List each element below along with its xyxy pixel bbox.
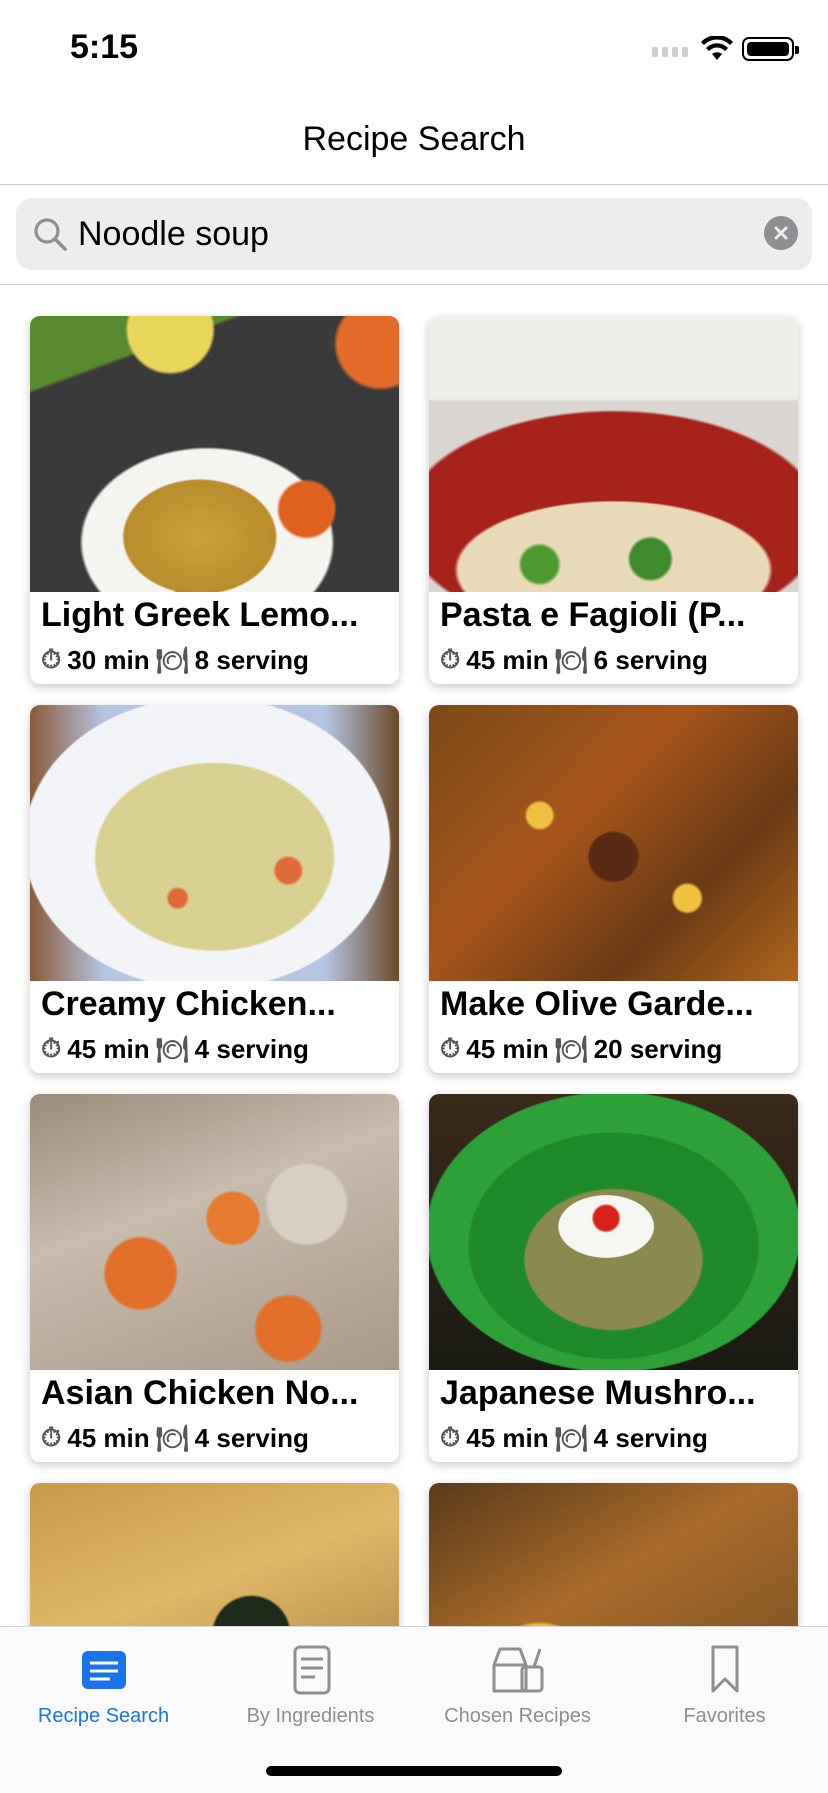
search-icon xyxy=(34,218,67,251)
recipe-servings: 4 serving xyxy=(194,1033,309,1064)
page-title: Recipe Search xyxy=(302,120,526,158)
recipe-servings: 6 serving xyxy=(593,644,708,675)
tab-recipe-search[interactable]: Recipe Search xyxy=(0,1641,207,1728)
status-bar: 5:15 xyxy=(0,0,828,96)
recipe-servings: 20 serving xyxy=(593,1033,723,1064)
recipe-meta: ⏱ 45 min 🍽 20 serving xyxy=(440,1033,722,1065)
recipe-search-icon xyxy=(81,1651,126,1689)
recipe-image xyxy=(30,705,399,981)
plate-icon: 🍽 xyxy=(554,1033,588,1064)
clear-search-button[interactable] xyxy=(764,216,798,250)
recipe-time: 45 min xyxy=(67,1033,150,1064)
timer-icon: ⏱ xyxy=(41,1033,62,1063)
plate-icon: 🍽 xyxy=(155,644,189,675)
search-divider xyxy=(0,284,828,285)
plate-icon: 🍽 xyxy=(155,1422,189,1453)
timer-icon: ⏱ xyxy=(440,1033,461,1063)
recipe-image xyxy=(429,705,798,981)
search-bar[interactable] xyxy=(16,198,812,270)
tab-chosen-recipes[interactable]: Chosen Recipes xyxy=(414,1641,621,1728)
recipe-title: Pasta e Fagioli (P... xyxy=(440,596,746,634)
plate-icon: 🍽 xyxy=(554,644,588,675)
recipe-card[interactable]: Creamy Chicken... ⏱ 45 min 🍽 4 serving xyxy=(30,705,399,1073)
recipe-title: Japanese Mushro... xyxy=(440,1374,756,1412)
tab-label: Recipe Search xyxy=(37,1705,170,1727)
recipe-card[interactable]: Japanese Mushro... ⏱ 45 min 🍽 4 serving xyxy=(429,1094,798,1462)
tab-by-ingredients[interactable]: By Ingredients xyxy=(207,1641,414,1728)
recipe-servings: 4 serving xyxy=(194,1422,309,1453)
recipe-card[interactable] xyxy=(30,1483,399,1626)
recipe-meta: ⏱ 30 min 🍽 8 serving xyxy=(41,644,309,676)
bookmark-icon xyxy=(711,1645,738,1693)
recipe-meta: ⏱ 45 min 🍽 4 serving xyxy=(41,1033,309,1065)
timer-icon: ⏱ xyxy=(440,644,461,674)
close-icon xyxy=(774,226,788,240)
recipe-servings: 8 serving xyxy=(194,644,309,675)
chosen-recipes-icon xyxy=(492,1647,543,1693)
recipe-meta: ⏱ 45 min 🍽 6 serving xyxy=(440,644,708,676)
status-time: 5:15 xyxy=(70,28,139,66)
tab-favorites[interactable]: Favorites xyxy=(621,1641,828,1728)
cellular-signal-icon xyxy=(652,47,688,57)
recipe-time: 45 min xyxy=(67,1422,150,1453)
recipe-title: Creamy Chicken... xyxy=(41,985,336,1023)
tab-label: Chosen Recipes xyxy=(444,1705,591,1727)
recipe-title: Light Greek Lemo... xyxy=(41,596,359,634)
plate-icon: 🍽 xyxy=(554,1422,588,1453)
plate-icon: 🍽 xyxy=(155,1033,189,1064)
recipe-image xyxy=(429,1483,798,1626)
ingredients-list-icon xyxy=(293,1645,330,1695)
header-divider xyxy=(0,184,828,185)
timer-icon: ⏱ xyxy=(41,1422,62,1452)
recipe-time: 45 min xyxy=(466,1422,549,1453)
recipe-card[interactable]: Make Olive Garde... ⏱ 45 min 🍽 20 servin… xyxy=(429,705,798,1073)
recipe-time: 30 min xyxy=(67,644,150,675)
recipe-meta: ⏱ 45 min 🍽 4 serving xyxy=(41,1422,309,1454)
home-indicator[interactable] xyxy=(266,1766,562,1776)
recipe-title: Make Olive Garde... xyxy=(440,985,754,1023)
recipe-card[interactable]: Asian Chicken No... ⏱ 45 min 🍽 4 serving xyxy=(30,1094,399,1462)
recipe-card[interactable]: Pasta e Fagioli (P... ⏱ 45 min 🍽 6 servi… xyxy=(429,316,798,684)
recipe-image xyxy=(30,1094,399,1370)
timer-icon: ⏱ xyxy=(41,644,62,674)
tab-label: By Ingredients xyxy=(246,1705,375,1727)
recipe-servings: 4 serving xyxy=(593,1422,708,1453)
timer-icon: ⏱ xyxy=(440,1422,461,1452)
battery-icon xyxy=(742,37,799,61)
recipe-grid[interactable]: Light Greek Lemo... ⏱ 30 min 🍽 8 serving… xyxy=(0,286,828,1626)
tab-label: Favorites xyxy=(683,1705,766,1727)
recipe-image xyxy=(429,1094,798,1370)
recipe-card[interactable] xyxy=(429,1483,798,1626)
recipe-meta: ⏱ 45 min 🍽 4 serving xyxy=(440,1422,708,1454)
recipe-image xyxy=(429,316,798,592)
recipe-card[interactable]: Light Greek Lemo... ⏱ 30 min 🍽 8 serving xyxy=(30,316,399,684)
recipe-image xyxy=(30,1483,399,1626)
recipe-time: 45 min xyxy=(466,644,549,675)
recipe-image xyxy=(30,316,399,592)
search-input[interactable] xyxy=(78,198,758,270)
recipe-title: Asian Chicken No... xyxy=(41,1374,359,1412)
recipe-time: 45 min xyxy=(466,1033,549,1064)
wifi-icon xyxy=(701,36,733,60)
